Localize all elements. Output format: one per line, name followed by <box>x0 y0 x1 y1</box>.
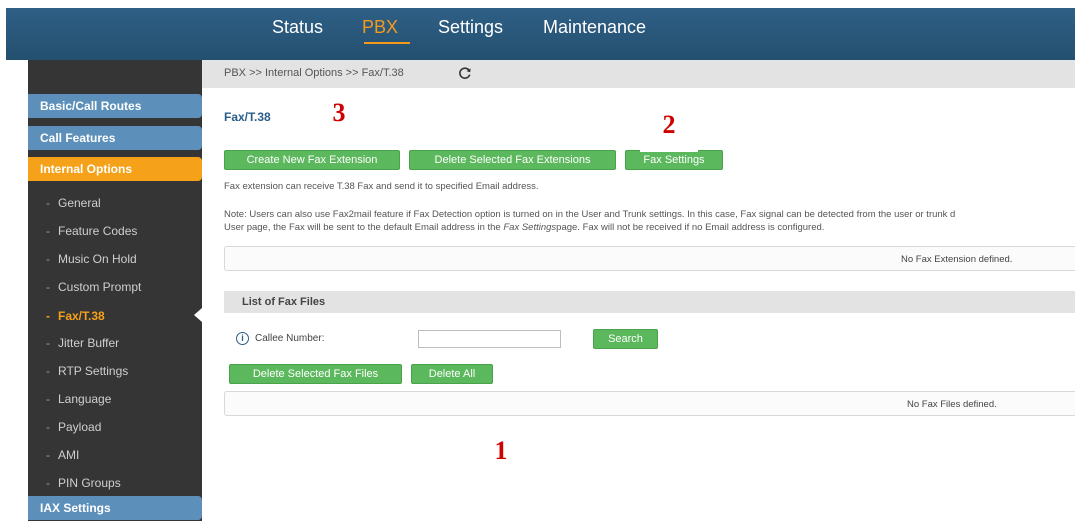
sidebar-item-rtp-settings[interactable]: - RTP Settings <box>46 364 128 378</box>
fax-extension-table: No Fax Extension defined. <box>224 246 1075 271</box>
note-fax-settings-emphasis: Fax Settings <box>503 222 557 233</box>
nav-pbx[interactable]: PBX <box>362 17 398 38</box>
annotation-2: 2 <box>640 102 698 152</box>
list-dash: - <box>46 364 50 378</box>
sidebar-section-call-features[interactable]: Call Features <box>28 126 202 150</box>
sidebar-section-iax-settings[interactable]: IAX Settings <box>28 496 202 520</box>
callee-number-label: Callee Number: <box>255 333 325 344</box>
sidebar-item-ami[interactable]: - AMI <box>46 448 79 462</box>
sidebar-item-label: General <box>58 196 101 210</box>
info-icon[interactable]: i <box>236 332 249 345</box>
sidebar: Basic/Call Routes Call Features Internal… <box>28 60 202 521</box>
sidebar-item-pin-groups[interactable]: - PIN Groups <box>46 476 121 490</box>
callee-number-input[interactable] <box>418 330 561 348</box>
sidebar-item-label: Fax/T.38 <box>58 309 105 323</box>
sidebar-item-label: Payload <box>58 420 102 434</box>
sidebar-item-general[interactable]: - General <box>46 196 101 210</box>
sidebar-item-label: RTP Settings <box>58 364 129 378</box>
refresh-icon[interactable] <box>458 66 472 80</box>
list-dash: - <box>46 336 50 350</box>
sidebar-item-label: Music On Hold <box>58 252 137 266</box>
sidebar-item-label: PIN Groups <box>58 476 121 490</box>
sidebar-item-label: Jitter Buffer <box>58 336 120 350</box>
list-dash: - <box>46 420 50 434</box>
search-button[interactable]: Search <box>593 329 658 349</box>
nav-maintenance[interactable]: Maintenance <box>543 17 646 38</box>
pointer-arrow-icon <box>194 308 202 322</box>
nav-settings[interactable]: Settings <box>438 17 503 38</box>
page: Status PBX Settings Maintenance Basic/Ca… <box>0 0 1075 521</box>
list-dash: - <box>46 196 50 210</box>
sidebar-section-basic-call-routes[interactable]: Basic/Call Routes <box>28 94 202 118</box>
list-dash: - <box>46 309 50 323</box>
note-text: User page, the Fax will be sent to the d… <box>224 222 504 233</box>
fax-files-table: No Fax Files defined. <box>224 391 1075 416</box>
list-dash: - <box>46 224 50 238</box>
note-text: page. Fax will not be received if no Ema… <box>556 222 825 233</box>
breadcrumb: PBX >> Internal Options >> Fax/T.38 <box>224 67 404 79</box>
list-dash: - <box>46 448 50 462</box>
list-dash: - <box>46 476 50 490</box>
fax-note-line1: Note: Users can also use Fax2mail featur… <box>224 209 956 220</box>
nav-active-underline <box>364 42 410 44</box>
delete-selected-fax-files-button[interactable]: Delete Selected Fax Files <box>229 364 402 384</box>
fax-description: Fax extension can receive T.38 Fax and s… <box>224 181 539 192</box>
annotation-1: 1 <box>472 428 530 478</box>
annotation-3: 3 <box>310 90 368 140</box>
list-dash: - <box>46 280 50 294</box>
sidebar-item-feature-codes[interactable]: - Feature Codes <box>46 224 137 238</box>
sidebar-item-custom-prompt[interactable]: - Custom Prompt <box>46 280 141 294</box>
sidebar-item-language[interactable]: - Language <box>46 392 111 406</box>
sidebar-item-jitter-buffer[interactable]: - Jitter Buffer <box>46 336 119 350</box>
sidebar-item-label: Feature Codes <box>58 224 138 238</box>
top-margin <box>0 0 1075 8</box>
sidebar-item-payload[interactable]: - Payload <box>46 420 101 434</box>
sidebar-item-fax-t38[interactable]: - Fax/T.38 <box>46 309 105 323</box>
sidebar-item-label: Language <box>58 392 112 406</box>
nav-status[interactable]: Status <box>272 17 323 38</box>
create-fax-extension-button[interactable]: Create New Fax Extension <box>224 150 400 170</box>
fax-note-line2: User page, the Fax will be sent to the d… <box>224 222 824 233</box>
sidebar-item-label: Custom Prompt <box>58 280 142 294</box>
list-dash: - <box>46 392 50 406</box>
fax-files-section-header: List of Fax Files <box>224 291 1075 313</box>
list-dash: - <box>46 252 50 266</box>
empty-fax-files-message: No Fax Files defined. <box>907 399 997 410</box>
fax-files-section-title: List of Fax Files <box>242 296 326 308</box>
delete-all-button[interactable]: Delete All <box>411 364 493 384</box>
empty-extensions-message: No Fax Extension defined. <box>901 254 1013 265</box>
top-navigation: Status PBX Settings Maintenance <box>6 8 1075 60</box>
sidebar-section-internal-options[interactable]: Internal Options <box>28 157 202 181</box>
sidebar-item-label: AMI <box>58 448 80 462</box>
sidebar-item-music-on-hold[interactable]: - Music On Hold <box>46 252 137 266</box>
delete-selected-fax-extensions-button[interactable]: Delete Selected Fax Extensions <box>409 150 616 170</box>
breadcrumb-bar: PBX >> Internal Options >> Fax/T.38 <box>202 60 1075 88</box>
page-title: Fax/T.38 <box>224 110 271 124</box>
fax-settings-button[interactable]: Fax Settings <box>625 150 723 170</box>
